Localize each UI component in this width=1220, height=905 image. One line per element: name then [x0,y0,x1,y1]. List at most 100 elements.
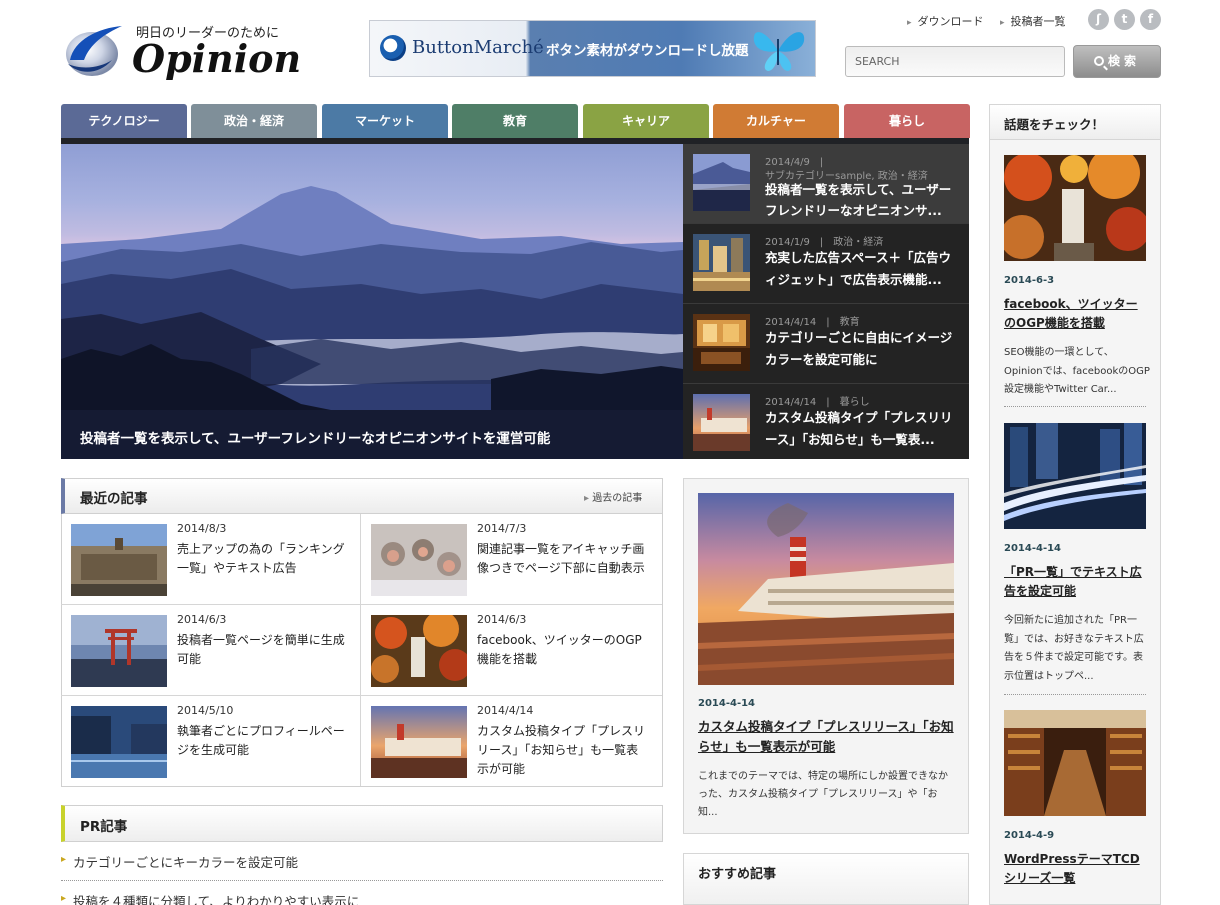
list-item[interactable]: 2014/6/3 投稿者一覧ページを簡単に生成可能 [61,605,360,696]
sidebar-title: 話題をチェック！ [1004,117,1105,132]
divider [1004,694,1146,695]
recent-posts-header [61,478,663,514]
sidebar-post-date: 2014-4-14 [1004,543,1062,554]
hero-caption[interactable]: 投稿者一覧を表示して、ユーザーフレンドリーなオピニオンサイトを運営可能 [80,427,550,447]
butterfly-icon [753,32,805,71]
pr-title: PR記事 [80,819,128,835]
feature-title[interactable]: カスタム投稿タイプ「プレスリリース」「お知らせ」も一覧表示が可能 [698,717,960,757]
tab-market[interactable]: マーケット [322,104,448,138]
post-thumb-image [371,524,467,596]
tab-label: テクノロジー [88,114,160,128]
feature-image[interactable] [698,493,954,685]
post-thumb-image [71,615,167,687]
authors-link[interactable]: 投稿者一覧 [1000,13,1066,29]
post-date: 2014/6/3 [177,613,227,626]
post-thumb-image [371,706,467,778]
tab-label: カルチャー [746,114,806,128]
hero-item-title: カテゴリーごとに自由にイメージ [765,330,953,345]
sidebar-post-title[interactable]: WordPressテーマTCDシリーズ一覧 [1004,850,1149,888]
post-thumb-image [71,706,167,778]
post-date: 2014/6/3 [477,613,527,626]
banner-text: ボタン素材がダウンロードし放題 [546,43,749,59]
download-link[interactable]: ダウンロード [907,13,984,29]
hero-item-title-2: ィジェット」で広告表示機能... [765,272,942,287]
post-title: 売上アップの為の「ランキング一覧」やテキスト広告 [177,542,345,575]
list-item[interactable]: 2014/7/3 関連記事一覧をアイキャッチ画像つきでページ下部に自動表示 [361,514,662,605]
hero-thumb-image [693,314,750,371]
site-logo[interactable]: Opinion [132,36,301,81]
feature-date: 2014-4-14 [698,698,756,709]
pr-header [61,805,663,842]
hero-thumbnail-list: 2014/4/9 | サブカテゴリーsample, 政治・経済 投稿者一覧を表示… [683,144,969,459]
divider [61,880,663,881]
sidebar-post-title[interactable]: facebook、ツイッターのOGP機能を搭載 [1004,295,1149,333]
post-date: 2014/8/3 [177,522,227,535]
divider [1004,406,1146,407]
hero-thumb-image [693,234,750,291]
facebook-icon[interactable]: f [1140,9,1161,30]
sidebar-post-date: 2014-6-3 [1004,275,1055,286]
hero-item-meta: 2014/1/9 | 政治・経済 [765,237,884,248]
post-date: 2014/7/3 [477,522,527,535]
tab-label: 暮らし [888,114,925,128]
tab-label: 政治・経済 [223,114,284,128]
hero-list-item[interactable]: 2014/4/9 | サブカテゴリーsample, 政治・経済 投稿者一覧を表示… [683,144,969,224]
post-thumb-image [71,524,167,596]
hero-list-item[interactable]: 2014/4/14 | 教育 カテゴリーごとに自由にイメージ カラーを設定可能に [683,304,969,384]
sidebar-post-image[interactable] [1004,710,1146,816]
twitter-icon[interactable]: t [1114,9,1135,30]
sidebar-post-date: 2014-4-9 [1004,830,1055,841]
sidebar-post-excerpt: SEO機能の一環として、Opinionでは、facebookのOGP設定機能やT… [1004,347,1150,395]
post-thumb-image [371,615,467,687]
tab-education[interactable]: 教育 [452,104,578,138]
search-icon [1093,56,1104,66]
tab-culture[interactable]: カルチャー [713,104,839,138]
post-title: facebook、ツイッターのOGP機能を搭載 [477,633,642,666]
list-item[interactable]: 2014/4/14 カスタム投稿タイプ「プレスリリース」「お知らせ」も一覧表示が… [361,696,662,787]
tab-label: マーケット [354,114,415,128]
feature-excerpt: これまでのテーマでは、特定の場所にしか設置できなかった、カスタム投稿タイプ「プレ… [698,771,948,818]
hero-item-title-2: カラーを設定可能に [765,352,878,367]
pr-item[interactable]: カテゴリーごとにキーカラーを設定可能 [61,852,663,871]
archive-link[interactable]: 過去の記事 [584,489,642,504]
hero-item-title-2: ース」「お知らせ」も一覧表... [765,432,935,447]
rss-icon[interactable]: ʃ [1088,9,1109,30]
list-item[interactable]: 2014/5/10 執筆者ごとにプロフィールページを生成可能 [61,696,360,787]
hero-item-meta: 2014/4/14 | 教育 [765,317,860,328]
tab-politics-economy[interactable]: 政治・経済 [191,104,317,138]
sidebar-post-excerpt: 今回新たに追加された「PR一覧」では、お好きなテキスト広告を５件まで設定可能です… [1004,615,1144,682]
hero-item-title: 充実した広告スペース＋「広告ウ [765,250,952,265]
hero-item-meta: 2014/4/14 | 暮らし [765,397,870,408]
sidebar-post-title[interactable]: 「PR一覧」でテキスト広告を設定可能 [1004,563,1149,601]
post-title: 執筆者ごとにプロフィールページを生成可能 [177,724,345,757]
post-date: 2014/5/10 [177,704,234,717]
banner-logo-icon [380,35,406,61]
hero-thumb-image [693,394,750,451]
sidebar-post-image[interactable] [1004,155,1146,261]
banner-brand: ButtonMarché [412,37,544,58]
tab-label: キャリア [621,114,670,128]
tab-life[interactable]: 暮らし [844,104,970,138]
tab-technology[interactable]: テクノロジー [61,104,187,138]
post-date: 2014/4/14 [477,704,534,717]
header-ad-banner[interactable]: ButtonMarché ボタン素材がダウンロードし放題 [369,20,816,77]
hero-item-title: カスタム投稿タイプ「プレスリリ [765,410,953,425]
search-button-label: 検索 [1107,54,1140,68]
list-item[interactable]: 2014/8/3 売上アップの為の「ランキング一覧」やテキスト広告 [61,514,360,605]
hero-item-title: 投稿者一覧を表示して、ユーザー [765,182,952,197]
recent-posts-title: 最近の記事 [80,491,148,507]
search-input[interactable] [845,46,1065,77]
tab-label: 教育 [502,114,527,128]
list-item[interactable]: 2014/6/3 facebook、ツイッターのOGP機能を搭載 [361,605,662,696]
search-button[interactable]: 検索 [1073,45,1161,78]
tab-career[interactable]: キャリア [583,104,709,138]
hero-list-item[interactable]: 2014/1/9 | 政治・経済 充実した広告スペース＋「広告ウ ィジェット」で… [683,224,969,304]
sidebar-post-image[interactable] [1004,423,1146,529]
hero-item-meta: 2014/4/9 | [765,157,824,168]
hero-list-item[interactable]: 2014/4/14 | 暮らし カスタム投稿タイプ「プレスリリ ース」「お知らせ… [683,384,969,464]
pr-item[interactable]: 投稿を４種類に分類して、よりわかりやすい表示に [61,891,663,905]
logo-swoosh-icon[interactable] [64,20,124,82]
hero-slide[interactable]: 投稿者一覧を表示して、ユーザーフレンドリーなオピニオンサイトを運営可能 [61,144,683,459]
recommended-title: おすすめ記事 [698,867,777,882]
post-title: 投稿者一覧ページを簡単に生成可能 [177,633,345,666]
